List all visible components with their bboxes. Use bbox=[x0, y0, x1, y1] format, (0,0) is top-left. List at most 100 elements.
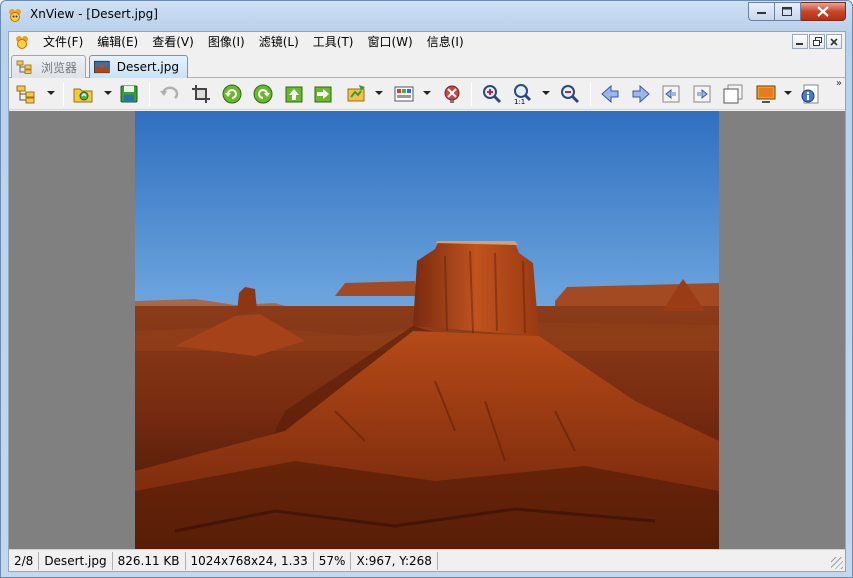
next-icon bbox=[632, 84, 650, 104]
multi-page-icon bbox=[723, 84, 743, 104]
zoom-in-button[interactable] bbox=[480, 82, 504, 106]
crop-icon bbox=[192, 85, 210, 103]
undo-icon bbox=[160, 86, 179, 99]
zoom-out-button[interactable] bbox=[558, 82, 582, 106]
title-bar[interactable]: XnView - [Desert.jpg] bbox=[1, 1, 852, 31]
transform-button[interactable] bbox=[344, 82, 368, 106]
close-button[interactable] bbox=[801, 2, 846, 21]
close-icon bbox=[817, 6, 829, 17]
save-button[interactable] bbox=[117, 82, 141, 106]
status-coords: X:967, Y:268 bbox=[351, 551, 438, 570]
chevron-down-icon[interactable] bbox=[375, 91, 383, 95]
mdi-minimize-button[interactable] bbox=[792, 34, 808, 49]
crop-button[interactable] bbox=[189, 82, 213, 106]
toolbar-separator bbox=[590, 82, 591, 106]
status-filename: Desert.jpg bbox=[39, 551, 113, 570]
menu-window[interactable]: 窗口(W) bbox=[360, 32, 419, 52]
chevron-down-icon[interactable] bbox=[423, 91, 431, 95]
browser-tree-button[interactable] bbox=[14, 82, 38, 106]
toolbar-separator bbox=[149, 82, 150, 106]
restore-icon bbox=[812, 37, 822, 46]
menu-file[interactable]: 文件(F) bbox=[36, 32, 90, 52]
toolbar: 1:1 » bbox=[9, 78, 845, 110]
slideshow-button[interactable] bbox=[754, 82, 778, 106]
minimize-icon bbox=[796, 42, 803, 45]
menu-tools[interactable]: 工具(T) bbox=[306, 32, 361, 52]
desert-photo[interactable] bbox=[135, 111, 719, 549]
image-viewer[interactable] bbox=[9, 111, 845, 549]
toolbar-overflow-chevron[interactable]: » bbox=[836, 78, 842, 89]
app-window: XnView - [Desert.jpg] 文件(F) 编辑(E) 查看(V) … bbox=[0, 0, 853, 578]
status-filesize: 826.11 KB bbox=[113, 551, 186, 570]
resize-grip[interactable] bbox=[831, 557, 843, 569]
save-icon bbox=[120, 85, 138, 103]
zoom-actual-button[interactable]: 1:1 bbox=[511, 82, 535, 106]
rotate-right-button[interactable] bbox=[251, 82, 275, 106]
menu-info[interactable]: 信息(I) bbox=[420, 32, 471, 52]
browser-tree-icon bbox=[16, 85, 35, 104]
chevron-down-icon[interactable] bbox=[784, 91, 792, 95]
minimize-button[interactable] bbox=[748, 2, 775, 21]
xnview-logo-icon bbox=[9, 9, 21, 22]
open-button[interactable] bbox=[71, 82, 95, 106]
chevron-down-icon[interactable] bbox=[104, 91, 112, 95]
tab-label: Desert.jpg bbox=[116, 60, 179, 74]
flip-up-icon bbox=[285, 86, 303, 103]
minimize-icon bbox=[756, 11, 766, 14]
menu-edit[interactable]: 编辑(E) bbox=[90, 32, 145, 52]
menu-image[interactable]: 图像(I) bbox=[201, 32, 252, 52]
rotate-left-button[interactable] bbox=[220, 82, 244, 106]
chevron-down-icon[interactable] bbox=[47, 91, 55, 95]
toolbar-separator bbox=[63, 82, 64, 106]
last-page-button[interactable] bbox=[690, 82, 714, 106]
chevron-down-icon[interactable] bbox=[542, 91, 550, 95]
undo-button[interactable] bbox=[157, 82, 181, 106]
zoom-in-icon bbox=[483, 85, 502, 104]
status-zoom: 57% bbox=[314, 551, 352, 570]
status-index: 2/8 bbox=[9, 551, 40, 570]
tab-desert-jpg[interactable]: Desert.jpg bbox=[89, 55, 188, 78]
close-icon bbox=[830, 37, 838, 46]
tab-browser[interactable]: 浏览器 bbox=[11, 55, 86, 78]
maximize-icon bbox=[782, 6, 792, 16]
tab-bar: 浏览器 Desert.jpg bbox=[9, 52, 845, 78]
last-page-icon bbox=[693, 85, 711, 103]
filter-button[interactable] bbox=[440, 82, 464, 106]
menu-filter[interactable]: 滤镜(L) bbox=[252, 32, 306, 52]
properties-icon bbox=[801, 84, 819, 104]
client-area: 文件(F) 编辑(E) 查看(V) 图像(I) 滤镜(L) 工具(T) 窗口(W… bbox=[8, 31, 846, 572]
image-thumbnail-icon bbox=[94, 60, 110, 74]
first-page-button[interactable] bbox=[659, 82, 683, 106]
mdi-restore-button[interactable] bbox=[809, 34, 825, 49]
window-title: XnView - [Desert.jpg] bbox=[30, 7, 158, 21]
status-dimensions: 1024x768x24, 1.33 bbox=[186, 551, 314, 570]
browser-tree-icon bbox=[16, 60, 32, 74]
next-button[interactable] bbox=[629, 82, 653, 106]
filter-icon bbox=[444, 85, 460, 103]
properties-button[interactable] bbox=[798, 82, 822, 106]
previous-icon bbox=[601, 84, 619, 104]
menu-view[interactable]: 查看(V) bbox=[145, 32, 201, 52]
adjust-colors-button[interactable] bbox=[392, 82, 416, 106]
flip-up-button[interactable] bbox=[282, 82, 306, 106]
mdi-close-button[interactable] bbox=[826, 34, 842, 49]
multi-page-button[interactable] bbox=[721, 82, 745, 106]
toolbar-separator bbox=[471, 82, 472, 106]
document-app-icon[interactable] bbox=[14, 34, 30, 50]
tab-label: 浏览器 bbox=[41, 60, 78, 75]
rotate-left-icon bbox=[222, 84, 242, 104]
maximize-button[interactable] bbox=[775, 2, 801, 21]
adjust-colors-icon bbox=[394, 86, 414, 102]
open-folder-icon bbox=[73, 88, 93, 103]
rotate-right-icon bbox=[253, 84, 273, 104]
flip-right-icon bbox=[314, 86, 332, 103]
zoom-actual-icon: 1:1 bbox=[514, 84, 532, 105]
first-page-icon bbox=[662, 85, 680, 103]
flip-right-button[interactable] bbox=[311, 82, 335, 106]
status-bar: 2/8 Desert.jpg 826.11 KB 1024x768x24, 1.… bbox=[9, 549, 845, 571]
zoom-out-icon bbox=[561, 85, 580, 104]
slideshow-icon bbox=[756, 85, 776, 103]
svg-text:1:1: 1:1 bbox=[514, 98, 525, 105]
previous-button[interactable] bbox=[598, 82, 622, 106]
transform-icon bbox=[347, 85, 365, 102]
